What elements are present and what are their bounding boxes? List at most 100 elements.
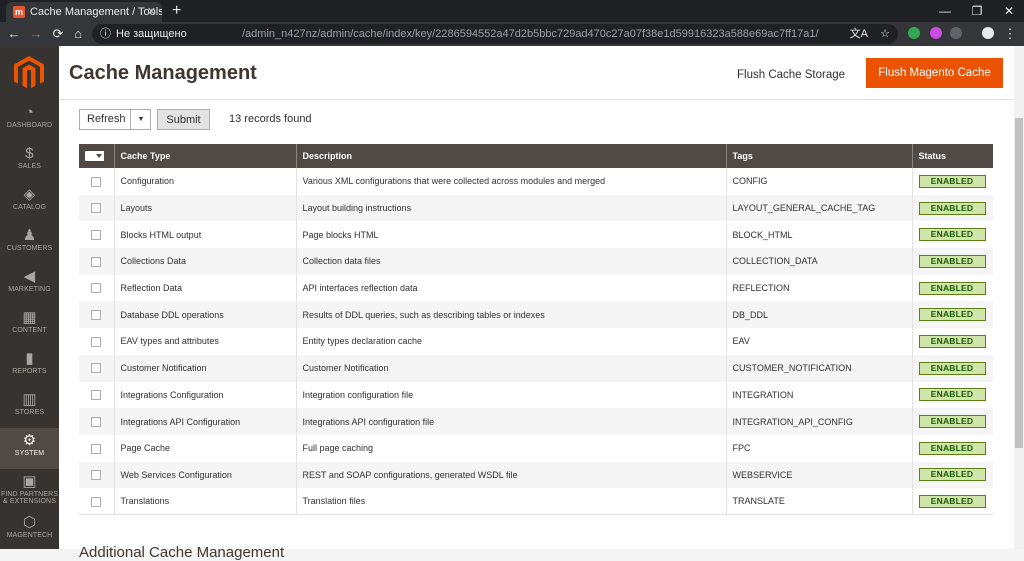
row-select-cell[interactable]: [79, 168, 115, 195]
flush-cache-storage-button[interactable]: Flush Cache Storage: [727, 60, 855, 90]
row-checkbox[interactable]: [91, 176, 101, 187]
page-scrollbar[interactable]: [1014, 46, 1024, 549]
row-checkbox[interactable]: [91, 283, 101, 294]
cell-status: ENABLED: [912, 301, 993, 329]
table-row[interactable]: EAV types and attributes Entity types dec…: [79, 328, 993, 355]
sidebar-item-label: STORES: [14, 409, 45, 416]
cell-tags: DB_DDL: [726, 301, 913, 329]
window-close-button[interactable]: ✕: [994, 0, 1024, 22]
table-row[interactable]: Configuration Various XML configurations …: [79, 168, 993, 195]
row-select-cell[interactable]: [79, 194, 115, 222]
minimize-button[interactable]: —: [930, 0, 960, 22]
row-select-cell[interactable]: [79, 221, 115, 249]
sidebar-item-reports[interactable]: ▮ REPORTS: [0, 346, 59, 387]
column-cache-type[interactable]: Cache Type: [114, 144, 297, 168]
row-checkbox[interactable]: [91, 390, 101, 401]
table-row[interactable]: Translations Translation files TRANSLATE EN…: [79, 488, 993, 515]
row-checkbox[interactable]: [91, 336, 101, 347]
cell-cache-type: Translations: [114, 488, 297, 515]
cell-tags: BLOCK_HTML: [726, 221, 913, 249]
row-checkbox[interactable]: [91, 203, 101, 214]
row-checkbox[interactable]: [91, 363, 101, 374]
table-row[interactable]: Customer Notification Customer Notificati…: [79, 354, 993, 382]
row-select-cell[interactable]: [79, 274, 115, 302]
address-bar[interactable]: ⓘ Не защищено /admin_n427nz/admin/cache/…: [92, 24, 898, 44]
row-checkbox[interactable]: [91, 496, 101, 507]
url-text[interactable]: /admin_n427nz/admin/cache/index/key/2286…: [242, 24, 819, 44]
cell-tags: REFLECTION: [726, 274, 913, 302]
cell-tags: COLLECTION_DATA: [726, 248, 913, 275]
profile-avatar-icon[interactable]: [982, 27, 994, 39]
table-row[interactable]: Integrations Configuration Integration co…: [79, 381, 993, 409]
table-row[interactable]: Database DDL operations Results of DDL qu…: [79, 301, 993, 329]
chevron-down-icon[interactable]: ▼: [130, 109, 151, 130]
mass-action-select[interactable]: Refresh ▼: [79, 109, 151, 130]
sidebar-item-stores[interactable]: ▥ STORES: [0, 387, 59, 428]
browser-tab[interactable]: m Cache Management / Tools / Sys ✕: [6, 2, 162, 22]
row-checkbox[interactable]: [91, 416, 101, 427]
row-select-cell[interactable]: [79, 354, 115, 382]
bookmark-star-icon[interactable]: ☆: [880, 24, 890, 44]
sidebar-item-content[interactable]: ▦ CONTENT: [0, 305, 59, 346]
extension-icon[interactable]: [950, 27, 962, 39]
table-row[interactable]: Reflection Data API interfaces reflection…: [79, 274, 993, 302]
cell-status: ENABLED: [912, 168, 993, 195]
tab-close-icon[interactable]: ✕: [147, 2, 156, 22]
magento-logo-icon[interactable]: [14, 56, 44, 90]
row-select-cell[interactable]: [79, 381, 115, 409]
sidebar-item-dashboard[interactable]: ◔ DASHBOARD: [0, 100, 59, 141]
sidebar-item-magentech[interactable]: ⬡ MAGENTECH: [0, 510, 59, 551]
new-tab-button[interactable]: +: [172, 0, 181, 22]
sidebar-item-label: MARKETING: [8, 286, 51, 293]
row-select-cell[interactable]: [79, 301, 115, 329]
row-select-cell[interactable]: [79, 408, 115, 435]
status-badge: ENABLED: [918, 201, 986, 215]
cell-description: REST and SOAP configurations, generated …: [296, 461, 727, 489]
mass-select-header[interactable]: [79, 144, 115, 168]
cell-tags: LAYOUT_GENERAL_CACHE_TAG: [726, 194, 913, 222]
sidebar-icon: ▥: [22, 391, 37, 408]
row-checkbox[interactable]: [91, 443, 101, 454]
submit-button[interactable]: Submit: [157, 109, 210, 130]
sidebar-item-find-partners-extensions[interactable]: ▣ FIND PARTNERS & EXTENSIONS: [0, 469, 59, 510]
row-select-cell[interactable]: [79, 248, 115, 275]
status-badge: ENABLED: [918, 441, 986, 455]
table-row[interactable]: Web Services Configuration REST and SOAP …: [79, 461, 993, 489]
reload-icon[interactable]: ⟳: [48, 24, 68, 44]
forward-icon[interactable]: →: [26, 24, 46, 44]
sidebar-item-sales[interactable]: $ SALES: [0, 141, 59, 182]
table-row[interactable]: Integrations API Configuration Integratio…: [79, 408, 993, 435]
browser-menu-icon[interactable]: ⋮: [1000, 24, 1020, 44]
table-row[interactable]: Layouts Layout building instructions LAYOU…: [79, 194, 993, 222]
table-row[interactable]: Blocks HTML output Page blocks HTML BLOCK_…: [79, 221, 993, 249]
row-checkbox[interactable]: [91, 256, 101, 267]
row-select-cell[interactable]: [79, 434, 115, 462]
sidebar-item-customers[interactable]: ♟ CUSTOMERS: [0, 223, 59, 264]
flush-magento-cache-button[interactable]: Flush Magento Cache: [866, 58, 1003, 88]
column-tags[interactable]: Tags: [726, 144, 913, 168]
sidebar-item-marketing[interactable]: ◀ MARKETING: [0, 264, 59, 305]
translate-icon[interactable]: 文A: [850, 24, 868, 44]
row-select-cell[interactable]: [79, 461, 115, 489]
sidebar-item-system[interactable]: ⚙ SYSTEM: [0, 428, 59, 469]
row-select-cell[interactable]: [79, 488, 115, 515]
scrollbar-thumb[interactable]: [1015, 118, 1023, 448]
security-info-icon[interactable]: ⓘ: [100, 24, 111, 44]
column-description[interactable]: Description: [296, 144, 727, 168]
row-checkbox[interactable]: [91, 310, 101, 321]
row-select-cell[interactable]: [79, 328, 115, 355]
cell-tags: EAV: [726, 328, 913, 355]
cell-status: ENABLED: [912, 328, 993, 355]
row-checkbox[interactable]: [91, 470, 101, 481]
extension-icon[interactable]: [908, 27, 920, 39]
extension-icon[interactable]: [930, 27, 942, 39]
mass-select-checkbox[interactable]: [85, 151, 104, 162]
column-status[interactable]: Status: [912, 144, 993, 168]
row-checkbox[interactable]: [91, 230, 101, 241]
table-row[interactable]: Page Cache Full page caching FPC ENABLED: [79, 434, 993, 462]
maximize-button[interactable]: ❐: [962, 0, 992, 22]
table-row[interactable]: Collections Data Collection data files COL…: [79, 248, 993, 275]
sidebar-item-catalog[interactable]: ◈ CATALOG: [0, 182, 59, 223]
home-icon[interactable]: ⌂: [68, 24, 88, 44]
back-icon[interactable]: ←: [4, 24, 24, 44]
